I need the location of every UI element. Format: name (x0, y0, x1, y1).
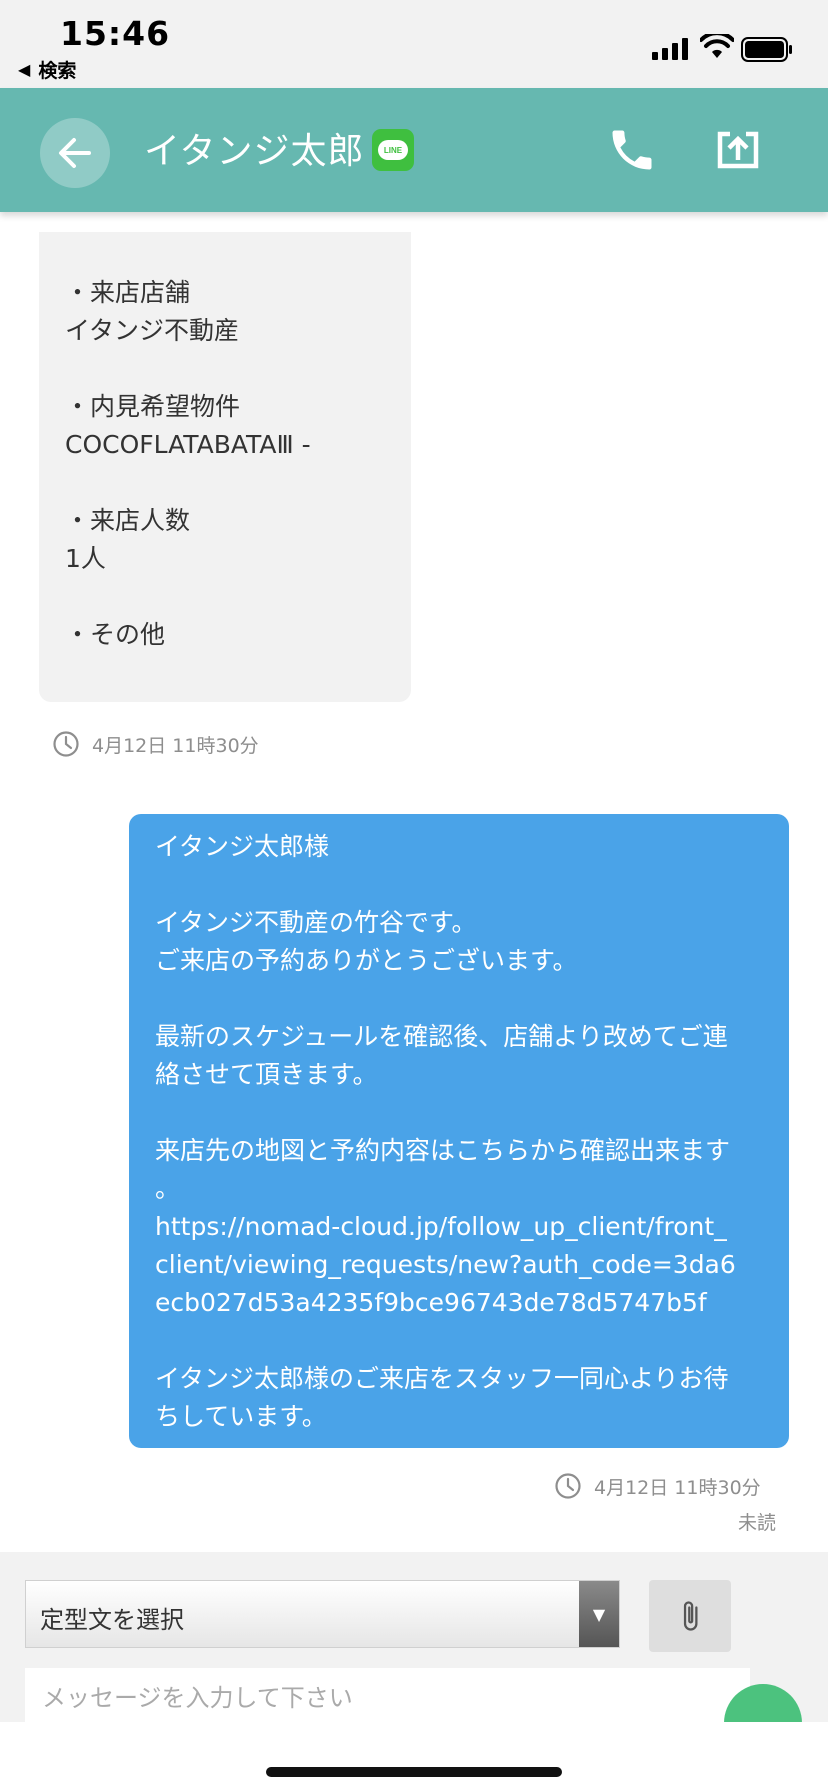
message-line: 来店先の地図と予約内容はこちらから確認出来ます (155, 1136, 731, 1165)
incoming-message-bubble: ・来店店舗 イタンジ不動産 ・内見希望物件 COCOFLATABATAⅢ - ・… (39, 232, 411, 702)
timestamp-text: 4月12日 11時30分 (594, 1476, 761, 1499)
paperclip-icon (683, 1601, 698, 1631)
battery-icon (741, 37, 792, 62)
line-icon: LINE (372, 129, 414, 171)
phone-icon[interactable] (606, 124, 658, 176)
message-input[interactable] (25, 1668, 750, 1728)
message-line (65, 464, 385, 502)
attach-button[interactable] (649, 1580, 731, 1652)
message-line: イタンジ太郎様のご来店をスタッフ一同心よりお待 (155, 1364, 729, 1393)
message-line (65, 350, 385, 388)
back-arrow-icon (59, 138, 91, 168)
back-button[interactable] (40, 118, 110, 188)
message-line (155, 1094, 761, 1132)
message-line: 1人 (65, 544, 106, 573)
message-line (65, 578, 385, 616)
cellular-signal-icon (652, 36, 688, 60)
message-link[interactable]: https://nomad-cloud.jp/follow_up_client/… (155, 1208, 761, 1246)
message-line: COCOFLATABATAⅢ - (65, 430, 311, 459)
status-back-label: 検索 (38, 60, 77, 82)
outgoing-timestamp: 4月12日 11時30分 (554, 1472, 761, 1500)
message-line (155, 980, 761, 1018)
timestamp-text: 4月12日 11時30分 (92, 734, 259, 757)
home-indicator[interactable] (266, 1767, 562, 1777)
message-list[interactable]: ・来店店舗 イタンジ不動産 ・内見希望物件 COCOFLATABATAⅢ - ・… (0, 212, 828, 1552)
message-link[interactable]: client/viewing_requests/new?auth_code=3d… (155, 1246, 761, 1284)
message-line (155, 1322, 761, 1360)
wifi-icon (700, 34, 734, 58)
message-line: ちしています。 (155, 1402, 327, 1431)
message-line: イタンジ不動産 (65, 316, 240, 345)
message-line: 絡させて頂きます。 (155, 1060, 378, 1089)
chat-header: イタンジ太郎 LINE (0, 88, 828, 212)
template-select[interactable]: 定型文を選択 ▼ (25, 1580, 620, 1648)
message-line: ・来店店舗 (65, 278, 191, 307)
message-line: ご来店の予約ありがとうございます。 (155, 946, 578, 975)
home-indicator-area (0, 1722, 828, 1792)
back-triangle-icon: ◀ (18, 60, 31, 79)
dropdown-arrow-icon: ▼ (579, 1581, 619, 1647)
status-time: 15:46 (60, 14, 171, 53)
message-line: 最新のスケジュールを確認後、店舗より改めてご連 (155, 1022, 728, 1051)
status-bar: 15:46 ◀ 検索 (0, 0, 828, 88)
outgoing-message-bubble: イタンジ太郎様 イタンジ不動産の竹谷です。 ご来店の予約ありがとうございます。 … (129, 814, 789, 1448)
template-select-label: 定型文を選択 (40, 1606, 184, 1634)
line-badge-text: LINE (378, 140, 408, 160)
message-link[interactable]: ecb027d53a4235f9bce96743de78d5747b5f (155, 1284, 761, 1322)
compose-area: 定型文を選択 ▼ (0, 1552, 828, 1762)
export-icon[interactable] (714, 124, 762, 172)
message-line: イタンジ太郎様 (155, 832, 330, 861)
message-line: ・来店人数 (65, 506, 191, 535)
status-back-link[interactable]: ◀ 検索 (18, 56, 76, 83)
read-status: 未読 (737, 1512, 776, 1534)
message-line: ・内見希望物件 (65, 392, 241, 421)
chat-screen: 15:46 ◀ 検索 イタンジ太郎 LINE ・来店店舗 イタンジ不動産 ・内見… (0, 0, 828, 1792)
clock-icon (555, 1473, 581, 1499)
contact-name: イタンジ太郎 (144, 131, 365, 172)
message-line: 。 (155, 1174, 181, 1203)
message-line: ・その他 (65, 620, 166, 649)
incoming-timestamp: 4月12日 11時30分 (52, 730, 259, 758)
message-line (155, 866, 761, 904)
message-line: イタンジ不動産の竹谷です。 (155, 908, 477, 937)
clock-icon (53, 731, 79, 757)
